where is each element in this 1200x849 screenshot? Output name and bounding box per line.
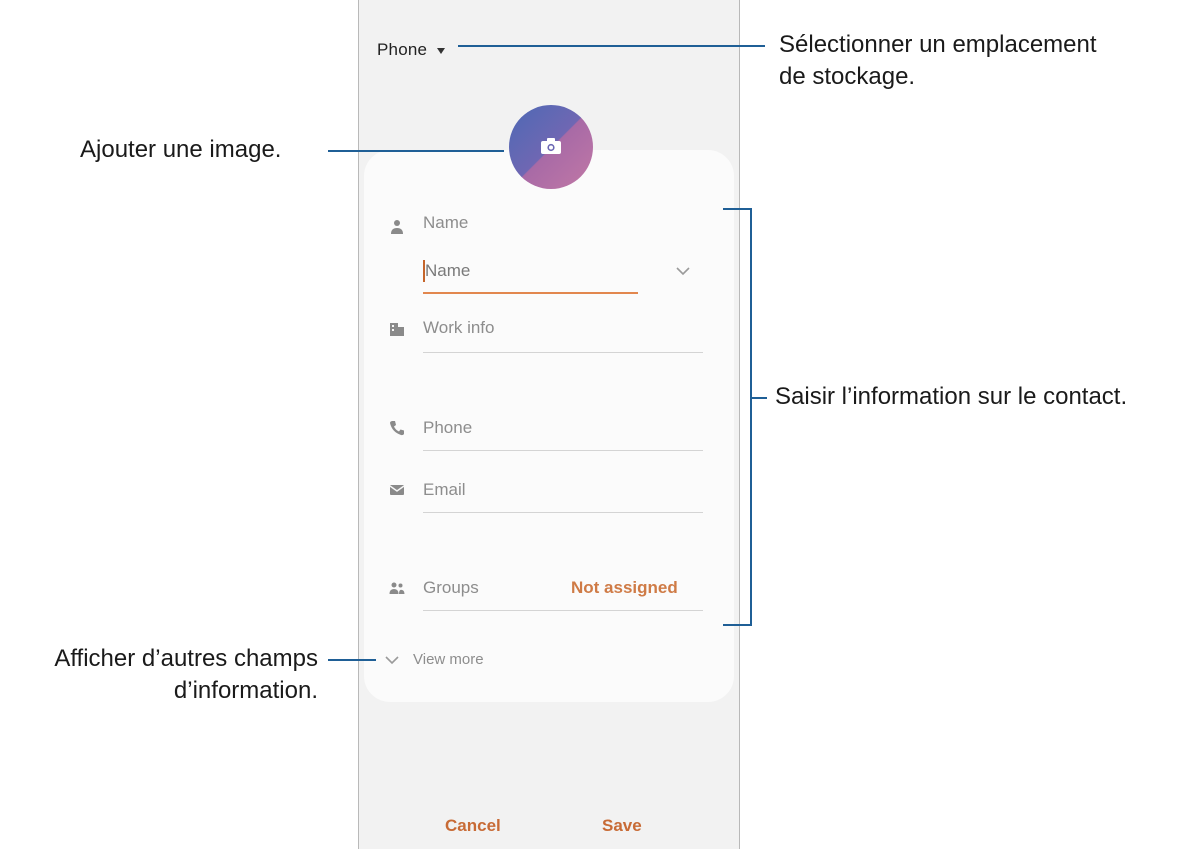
groups-value-not-assigned[interactable]: Not assigned: [571, 578, 678, 598]
dropdown-arrow-icon: [437, 48, 446, 54]
expand-name-chevron-down-icon[interactable]: [676, 266, 690, 276]
groups-people-icon: [389, 582, 405, 594]
storage-location-label: Phone: [377, 40, 428, 59]
person-icon: [391, 220, 403, 234]
contact-bracket-top: [723, 208, 751, 210]
email-envelope-icon: [389, 485, 405, 495]
contact-bracket-bottom: [723, 624, 751, 626]
add-image-callout: Ajouter une image.: [80, 136, 282, 163]
contact-callout-tick: [751, 397, 767, 399]
phone-icon: [390, 421, 404, 436]
name-input-underline: [423, 292, 638, 294]
contact-editor-screen: Phone Name Name Work info Phone Email Gr…: [358, 0, 740, 849]
groups-underline: [423, 610, 703, 611]
add-photo-button[interactable]: [509, 105, 593, 189]
camera-icon: [541, 138, 561, 154]
email-field[interactable]: Email: [423, 480, 466, 500]
storage-callout-line: [458, 45, 765, 47]
phone-underline: [423, 450, 703, 451]
work-building-icon: [390, 323, 404, 336]
storage-location-dropdown[interactable]: Phone: [377, 38, 446, 62]
contact-info-callout: Saisir l’information sur le contact.: [775, 383, 1128, 410]
more-fields-callout-line2: d’information.: [173, 677, 318, 704]
storage-callout-line2: de stockage.: [779, 63, 916, 90]
work-info-field[interactable]: Work info: [423, 318, 495, 338]
contact-bracket-vertical: [750, 208, 752, 626]
cancel-button[interactable]: Cancel: [445, 816, 501, 836]
save-button[interactable]: Save: [602, 816, 642, 836]
name-section-label: Name: [423, 213, 469, 232]
phone-field[interactable]: Phone: [423, 418, 472, 438]
more-fields-callout-line1: Afficher d’autres champs: [54, 645, 318, 672]
view-more-button[interactable]: View more: [385, 651, 484, 668]
add-image-callout-line: [328, 150, 504, 152]
more-fields-callout-line: [328, 659, 376, 661]
storage-callout-line1: Sélectionner un emplacement: [779, 31, 1097, 58]
contact-form-card: [364, 150, 734, 702]
email-underline: [423, 512, 703, 513]
work-info-underline: [423, 352, 703, 353]
chevron-down-icon: [385, 655, 399, 664]
name-input-placeholder: Name: [425, 261, 471, 280]
groups-label: Groups: [423, 578, 479, 597]
view-more-label: View more: [413, 651, 484, 668]
name-input[interactable]: Name: [423, 258, 638, 294]
